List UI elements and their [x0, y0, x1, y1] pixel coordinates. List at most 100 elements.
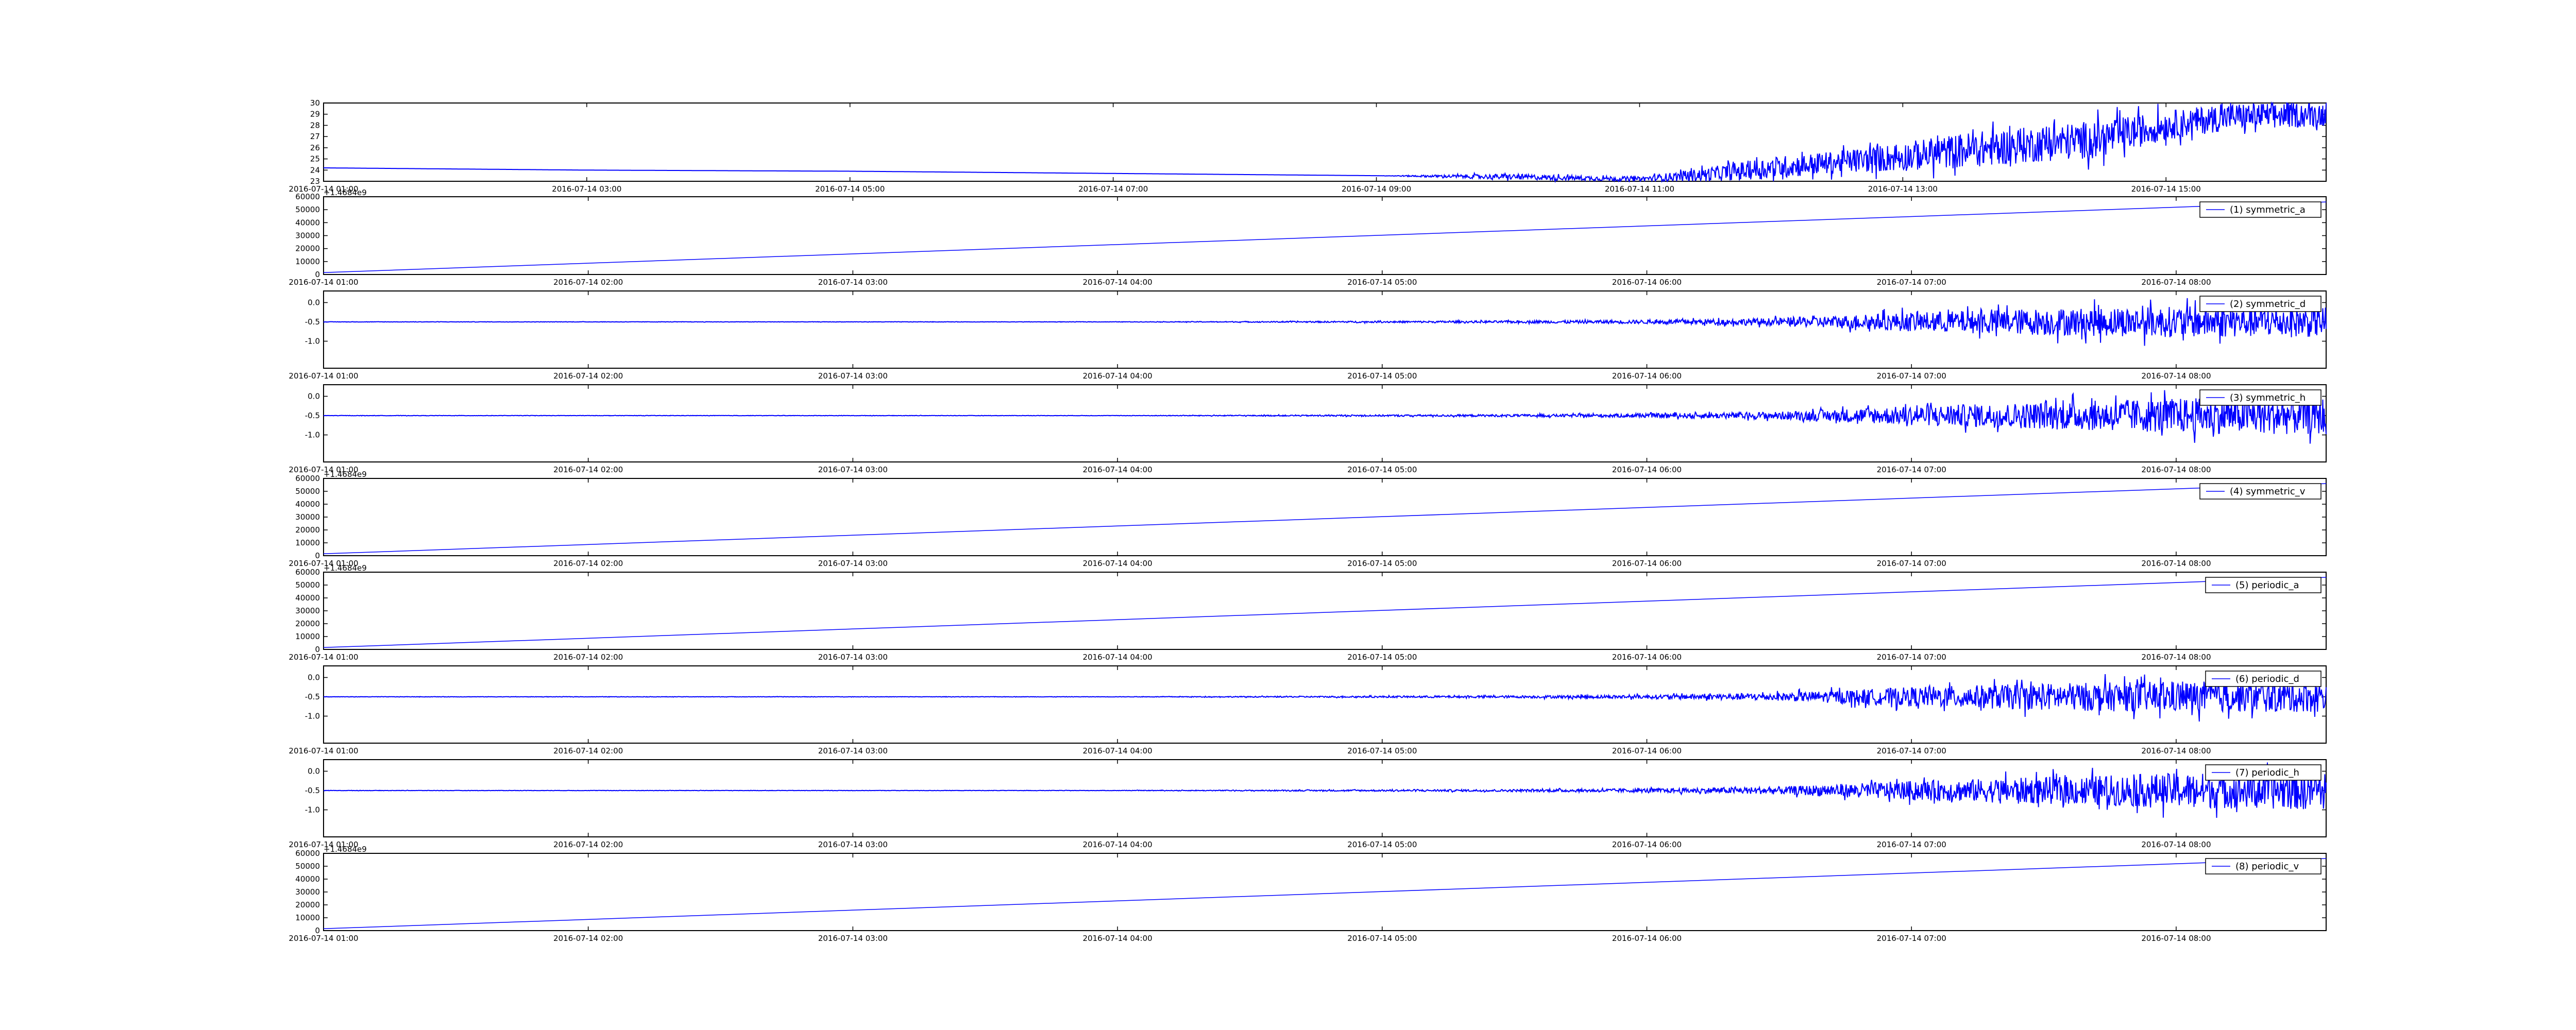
y-tick-label: 20000: [295, 900, 320, 909]
x-tick-label: 2016-07-14 03:00: [818, 371, 888, 381]
y-tick-label: 50000: [295, 580, 320, 590]
y-tick-label: 0.0: [308, 673, 320, 682]
x-tick-label: 2016-07-14 02:00: [553, 278, 623, 287]
x-tick-label: 2016-07-14 01:00: [289, 746, 358, 756]
x-tick-label: 2016-07-14 08:00: [2141, 840, 2211, 849]
legend-label: (3) symmetric_h: [2230, 392, 2306, 403]
legend-label: (5) periodic_a: [2235, 580, 2299, 591]
y-tick-label: 10000: [295, 538, 320, 547]
x-tick-label: 2016-07-14 07:00: [1877, 840, 1946, 849]
x-tick-label: 2016-07-14 04:00: [1083, 653, 1153, 662]
x-tick-label: 2016-07-14 03:00: [818, 653, 888, 662]
x-tick-label: 2016-07-14 01:00: [289, 371, 358, 381]
x-tick-label: 2016-07-14 08:00: [2141, 934, 2211, 943]
x-tick-label: 2016-07-14 03:00: [818, 934, 888, 943]
y-tick-label: -0.5: [305, 317, 320, 327]
x-tick-label: 2016-07-14 01:00: [289, 653, 358, 662]
x-tick-label: 2016-07-14 05:00: [1347, 465, 1417, 474]
y-offset-label: +1.4684e9: [324, 845, 367, 854]
y-tick-label: -0.5: [305, 692, 320, 701]
x-tick-label: 2016-07-14 04:00: [1083, 840, 1153, 849]
y-tick-label: 60000: [295, 474, 320, 483]
y-tick-label: 20000: [295, 525, 320, 535]
x-tick-label: 2016-07-14 01:00: [289, 278, 358, 287]
x-tick-label: 2016-07-14 04:00: [1083, 559, 1153, 568]
x-tick-label: 2016-07-14 05:00: [1347, 371, 1417, 381]
y-tick-label: 25: [310, 154, 320, 164]
x-tick-label: 2016-07-14 06:00: [1612, 840, 1682, 849]
x-tick-label: 2016-07-14 04:00: [1083, 934, 1153, 943]
x-tick-label: 2016-07-14 07:00: [1877, 746, 1946, 756]
legend-label: (8) periodic_v: [2235, 861, 2299, 872]
x-tick-label: 2016-07-14 06:00: [1612, 653, 1682, 662]
x-tick-label: 2016-07-14 03:00: [818, 278, 888, 287]
x-tick-label: 2016-07-14 02:00: [553, 371, 623, 381]
x-tick-label: 2016-07-14 09:00: [1342, 184, 1411, 194]
legend-label: (1) symmetric_a: [2230, 204, 2306, 215]
legend-label: (7) periodic_h: [2235, 767, 2299, 778]
y-tick-label: 10000: [295, 257, 320, 266]
x-tick-label: 2016-07-14 08:00: [2141, 371, 2211, 381]
x-tick-label: 2016-07-14 06:00: [1612, 746, 1682, 756]
x-tick-label: 2016-07-14 07:00: [1078, 184, 1148, 194]
x-tick-label: 2016-07-14 05:00: [1347, 559, 1417, 568]
y-tick-label: 30000: [295, 887, 320, 897]
y-tick-label: 40000: [295, 218, 320, 227]
x-tick-label: 2016-07-14 06:00: [1612, 278, 1682, 287]
y-tick-label: -1.0: [305, 337, 320, 346]
y-tick-label: 30000: [295, 512, 320, 522]
y-tick-label: 60000: [295, 192, 320, 201]
y-tick-label: 60000: [295, 849, 320, 858]
x-tick-label: 2016-07-14 03:00: [818, 840, 888, 849]
y-tick-label: 30000: [295, 606, 320, 615]
x-tick-label: 2016-07-14 05:00: [1347, 840, 1417, 849]
x-tick-label: 2016-07-14 05:00: [1347, 934, 1417, 943]
x-tick-label: 2016-07-14 05:00: [1347, 653, 1417, 662]
y-tick-label: 50000: [295, 205, 320, 214]
y-tick-label: 27: [310, 132, 320, 141]
figure-background: [0, 0, 2576, 1030]
x-tick-label: 2016-07-14 06:00: [1612, 934, 1682, 943]
y-tick-label: 0.0: [308, 767, 320, 776]
x-tick-label: 2016-07-14 08:00: [2141, 465, 2211, 474]
legend-label: (4) symmetric_v: [2230, 486, 2306, 497]
x-tick-label: 2016-07-14 04:00: [1083, 371, 1153, 381]
y-offset-label: +1.4684e9: [324, 470, 367, 479]
x-tick-label: 2016-07-14 07:00: [1877, 559, 1946, 568]
y-tick-label: 10000: [295, 913, 320, 922]
x-tick-label: 2016-07-14 07:00: [1877, 371, 1946, 381]
x-tick-label: 2016-07-14 02:00: [553, 934, 623, 943]
x-tick-label: 2016-07-14 07:00: [1877, 653, 1946, 662]
x-tick-label: 2016-07-14 03:00: [552, 184, 621, 194]
y-tick-label: -1.0: [305, 805, 320, 815]
x-tick-label: 2016-07-14 02:00: [553, 559, 623, 568]
x-tick-label: 2016-07-14 06:00: [1612, 559, 1682, 568]
y-offset-label: +1.4684e9: [324, 563, 367, 573]
y-tick-label: 0.0: [308, 392, 320, 401]
x-tick-label: 2016-07-14 13:00: [1868, 184, 1938, 194]
x-tick-label: 2016-07-14 04:00: [1083, 465, 1153, 474]
y-tick-label: -0.5: [305, 411, 320, 420]
y-offset-label: +1.4684e9: [324, 188, 367, 197]
x-tick-label: 2016-07-14 08:00: [2141, 653, 2211, 662]
x-tick-label: 2016-07-14 11:00: [1605, 184, 1674, 194]
y-tick-label: 50000: [295, 487, 320, 496]
x-tick-label: 2016-07-14 06:00: [1612, 371, 1682, 381]
x-tick-label: 2016-07-14 03:00: [818, 746, 888, 756]
y-tick-label: -1.0: [305, 431, 320, 440]
y-tick-label: 29: [310, 110, 320, 119]
x-tick-label: 2016-07-14 05:00: [815, 184, 885, 194]
x-tick-label: 2016-07-14 03:00: [818, 559, 888, 568]
x-tick-label: 2016-07-14 05:00: [1347, 746, 1417, 756]
x-tick-label: 2016-07-14 07:00: [1877, 465, 1946, 474]
x-tick-label: 2016-07-14 05:00: [1347, 278, 1417, 287]
y-tick-label: 40000: [295, 874, 320, 884]
figure-canvas: 23242526272829302016-07-14 01:00 2016-07-…: [0, 0, 2576, 1030]
y-tick-label: 10000: [295, 632, 320, 641]
x-tick-label: 2016-07-14 03:00: [818, 465, 888, 474]
x-tick-label: 2016-07-14 07:00: [1877, 934, 1946, 943]
x-tick-label: 2016-07-14 02:00: [553, 840, 623, 849]
y-tick-label: 40000: [295, 593, 320, 603]
x-tick-label: 2016-07-14 15:00: [2131, 184, 2201, 194]
y-tick-label: 28: [310, 121, 320, 130]
